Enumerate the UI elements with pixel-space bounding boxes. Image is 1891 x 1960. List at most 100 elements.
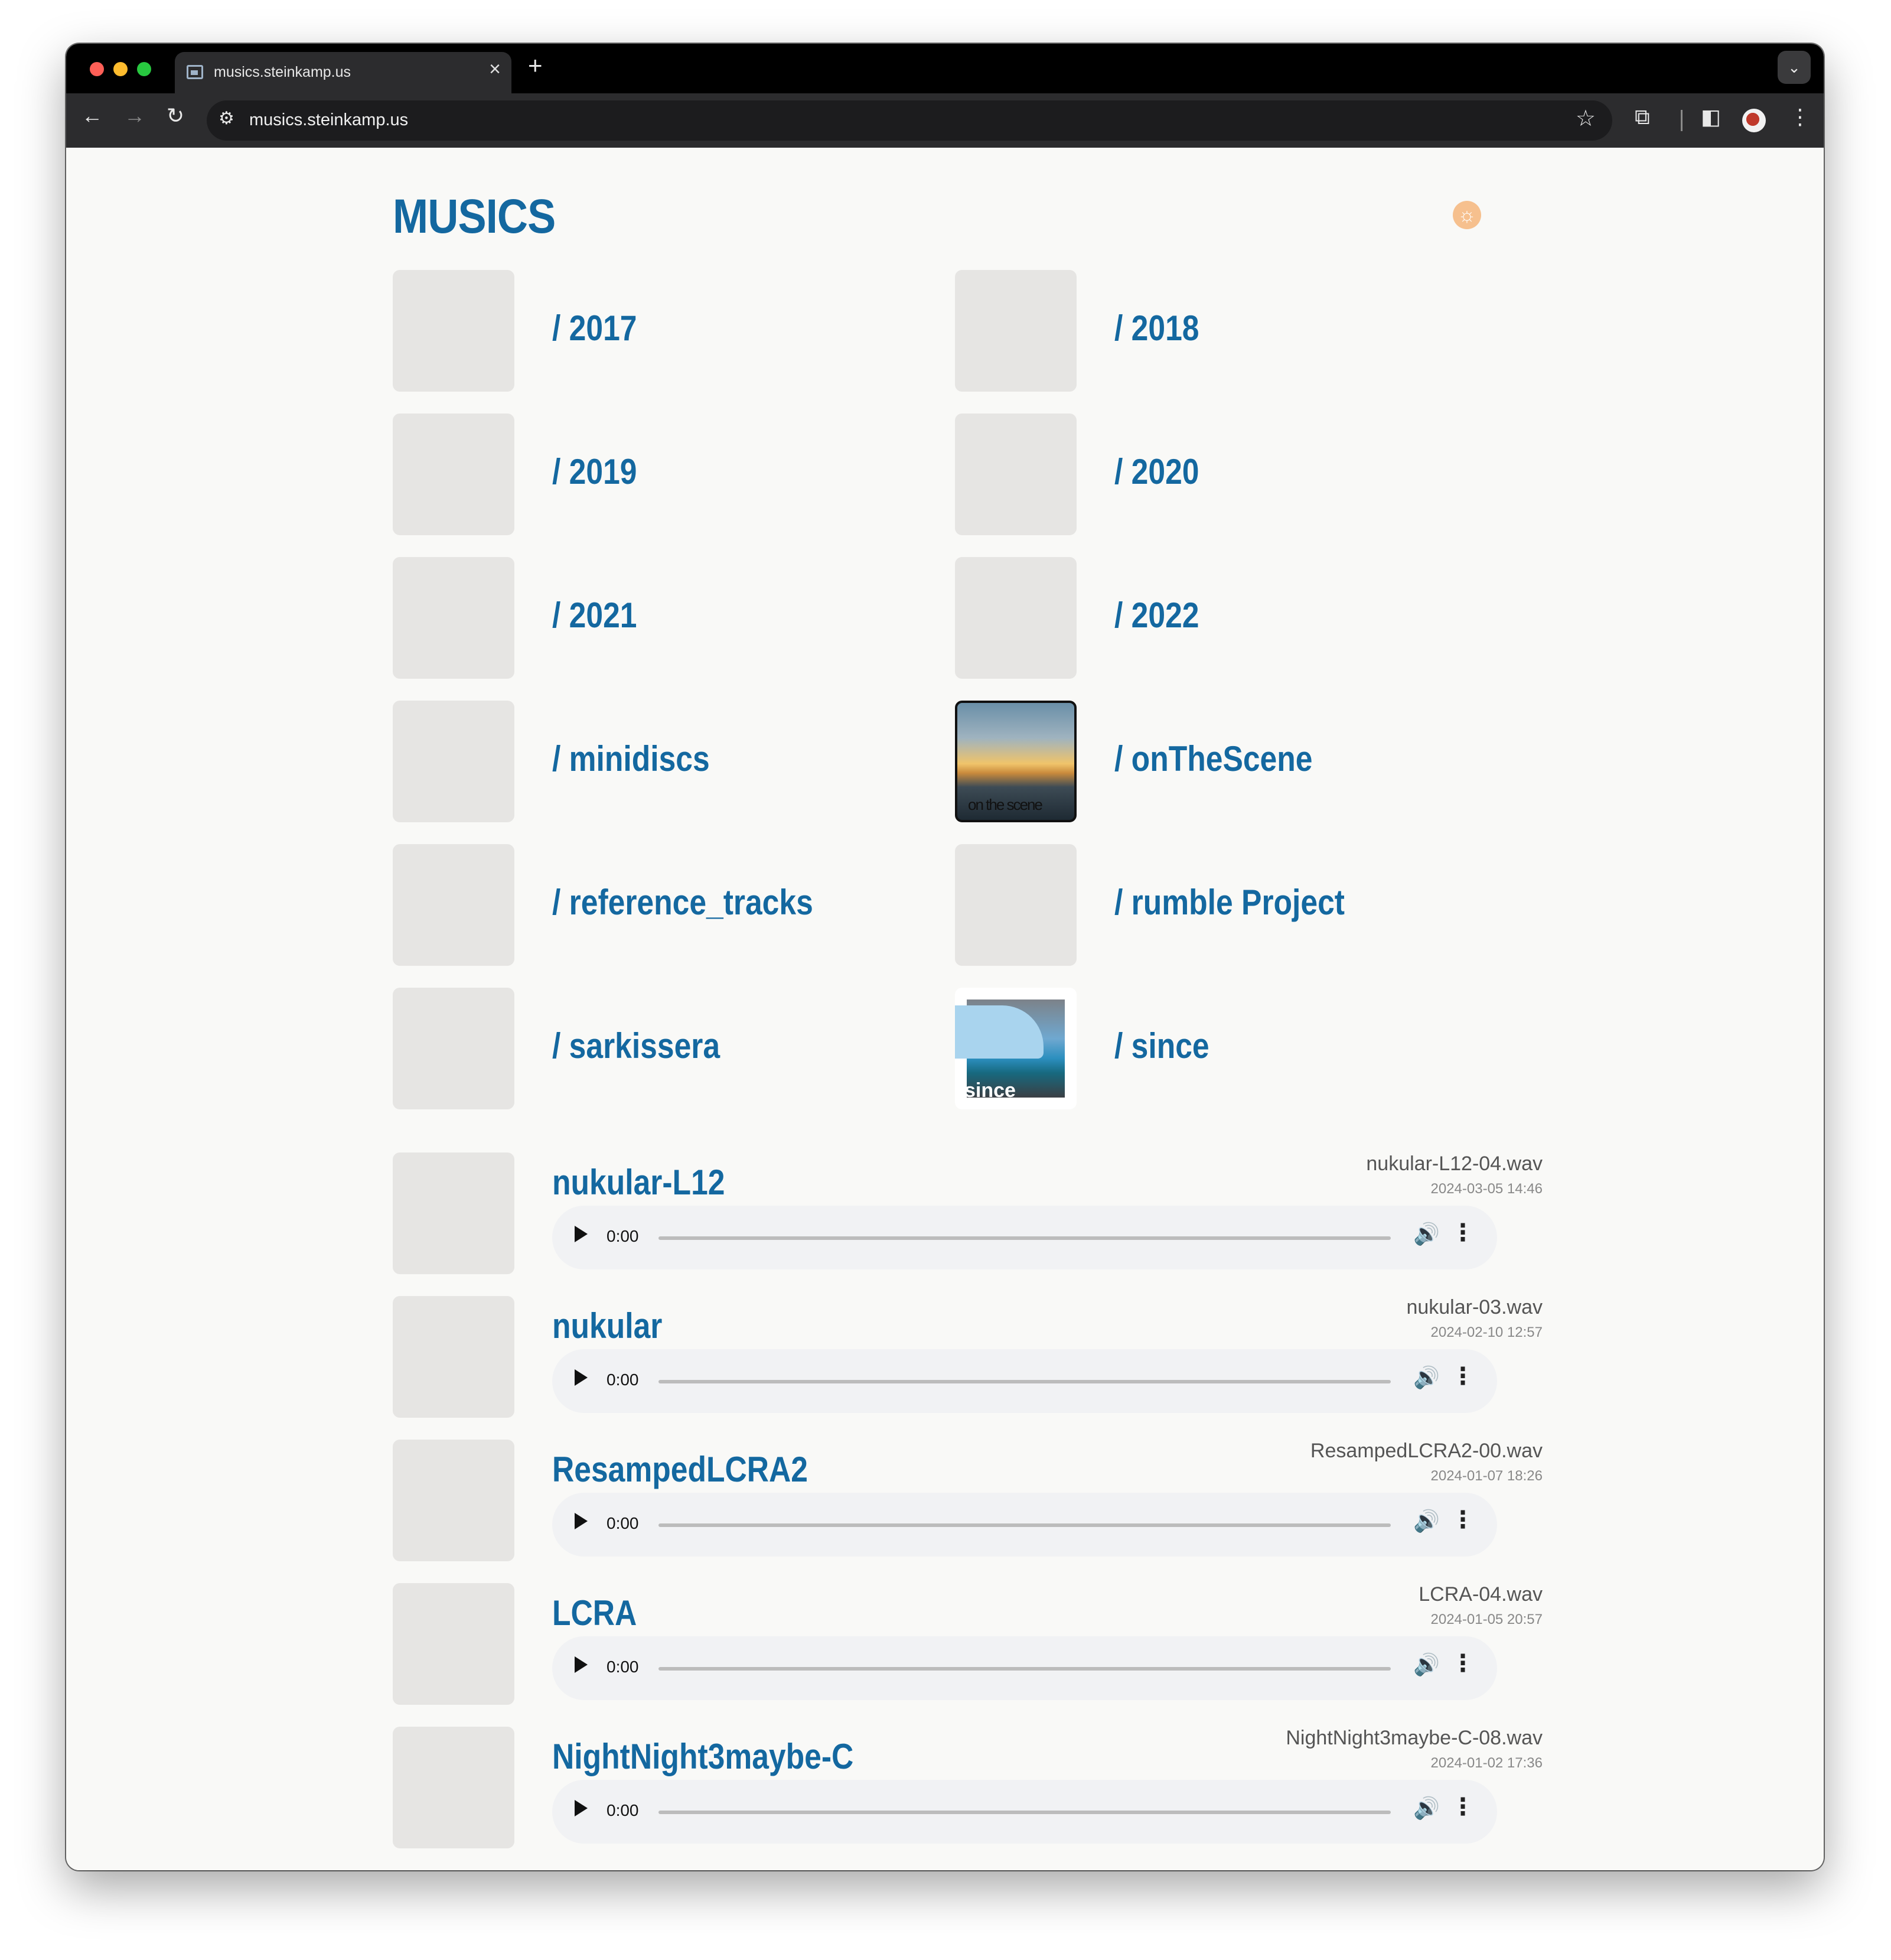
track-item: LCRA LCRA-04.wav 2024-01-05 20:57 0:00 🔊… xyxy=(393,1583,1563,1705)
new-tab-button[interactable]: + xyxy=(528,53,543,78)
folder-link[interactable]: / rumble Project xyxy=(1114,882,1345,923)
page-title[interactable]: MUSICS xyxy=(393,189,556,245)
folder-thumbnail[interactable] xyxy=(393,701,514,822)
volume-icon[interactable]: 🔊 xyxy=(1413,1223,1440,1245)
back-arrow-icon[interactable]: ← xyxy=(81,105,103,126)
folder-link[interactable]: / 2019 xyxy=(552,451,637,492)
tab-title: musics.steinkamp.us xyxy=(214,64,351,80)
more-options-icon[interactable]: ⋮ xyxy=(1451,1652,1475,1675)
folder-thumbnail[interactable] xyxy=(955,557,1077,679)
play-icon[interactable] xyxy=(575,1800,588,1816)
close-window-button[interactable] xyxy=(90,62,104,76)
folder-item-2020[interactable]: / 2020 xyxy=(955,414,1486,535)
track-title[interactable]: ResampedLCRA2 xyxy=(552,1449,808,1490)
more-options-icon[interactable]: ⋮ xyxy=(1451,1221,1475,1245)
play-icon[interactable] xyxy=(575,1226,588,1242)
volume-icon[interactable]: 🔊 xyxy=(1413,1367,1440,1388)
folder-item-rumble-project[interactable]: / rumble Project xyxy=(955,844,1486,966)
folder-link[interactable]: / minidiscs xyxy=(552,738,710,779)
folder-link[interactable]: / 2022 xyxy=(1114,595,1199,636)
play-icon[interactable] xyxy=(575,1369,588,1386)
folder-thumbnail[interactable] xyxy=(393,557,514,679)
volume-icon[interactable]: 🔊 xyxy=(1413,1798,1440,1819)
theme-toggle-icon[interactable]: ☼ xyxy=(1453,201,1481,229)
reload-icon[interactable]: ↻ xyxy=(167,105,184,126)
volume-icon[interactable]: 🔊 xyxy=(1413,1654,1440,1675)
audio-player[interactable]: 0:00 🔊 ⋮ xyxy=(552,1780,1497,1844)
folder-item-minidiscs[interactable]: / minidiscs xyxy=(393,701,924,822)
folder-thumbnail[interactable] xyxy=(955,844,1077,966)
folder-link[interactable]: / 2018 xyxy=(1114,308,1199,349)
tab-close-icon[interactable]: × xyxy=(489,59,501,79)
site-info-icon[interactable]: ⚙ xyxy=(219,110,234,128)
maximize-window-button[interactable] xyxy=(137,62,151,76)
track-title[interactable]: nukular xyxy=(552,1305,662,1346)
folder-thumbnail[interactable] xyxy=(955,414,1077,535)
current-time: 0:00 xyxy=(607,1658,639,1676)
folder-link[interactable]: / 2021 xyxy=(552,595,637,636)
forward-arrow-icon[interactable]: → xyxy=(124,105,145,126)
seek-bar[interactable] xyxy=(658,1667,1391,1671)
browser-tab[interactable]: musics.steinkamp.us × xyxy=(175,52,511,93)
seek-bar[interactable] xyxy=(658,1236,1391,1240)
audio-player[interactable]: 0:00 🔊 ⋮ xyxy=(552,1493,1497,1557)
volume-icon[interactable]: 🔊 xyxy=(1413,1510,1440,1532)
folder-item-since[interactable]: since / since xyxy=(955,988,1486,1109)
folder-thumbnail[interactable] xyxy=(393,844,514,966)
folder-link[interactable]: / 2017 xyxy=(552,308,637,349)
folder-item-2018[interactable]: / 2018 xyxy=(955,270,1486,392)
folder-link[interactable]: / onTheScene xyxy=(1114,738,1312,779)
address-bar[interactable]: ⚙ musics.steinkamp.us ☆ xyxy=(207,100,1612,141)
track-filename[interactable]: LCRA-04.wav xyxy=(1419,1583,1543,1606)
seek-bar[interactable] xyxy=(658,1523,1391,1527)
play-icon[interactable] xyxy=(575,1656,588,1673)
folder-thumbnail[interactable] xyxy=(955,270,1077,392)
folder-thumbnail[interactable] xyxy=(393,988,514,1109)
url-text[interactable]: musics.steinkamp.us xyxy=(249,110,408,130)
audio-player[interactable]: 0:00 🔊 ⋮ xyxy=(552,1349,1497,1413)
track-filename[interactable]: NightNight3maybe-C-08.wav xyxy=(1286,1727,1543,1750)
folder-thumbnail[interactable] xyxy=(393,414,514,535)
folder-link[interactable]: / sarkissera xyxy=(552,1025,720,1066)
folder-item-onthescene[interactable]: on the scene / onTheScene xyxy=(955,701,1486,822)
folder-link[interactable]: / reference_tracks xyxy=(552,882,813,923)
side-panel-icon[interactable]: ◧ xyxy=(1701,106,1721,128)
more-options-icon[interactable]: ⋮ xyxy=(1451,1795,1475,1819)
more-options-icon[interactable]: ⋮ xyxy=(1451,1508,1475,1532)
seek-bar[interactable] xyxy=(658,1380,1391,1383)
bookmark-star-icon[interactable]: ☆ xyxy=(1576,108,1596,130)
track-title[interactable]: LCRA xyxy=(552,1593,637,1633)
browser-menu-icon[interactable]: ⋮ xyxy=(1789,106,1811,128)
folder-item-2021[interactable]: / 2021 xyxy=(393,557,924,679)
extensions-icon[interactable]: ⧉ xyxy=(1635,106,1650,128)
track-filename[interactable]: nukular-03.wav xyxy=(1406,1296,1543,1319)
track-item: NightNight3maybe-C NightNight3maybe-C-08… xyxy=(393,1727,1563,1848)
toolbar-divider xyxy=(1681,110,1683,131)
seek-bar[interactable] xyxy=(658,1811,1391,1814)
track-item: ResampedLCRA2 ResampedLCRA2-00.wav 2024-… xyxy=(393,1440,1563,1561)
folder-link[interactable]: / since xyxy=(1114,1025,1209,1066)
folder-thumbnail[interactable] xyxy=(393,270,514,392)
track-filename[interactable]: nukular-L12-04.wav xyxy=(1366,1152,1543,1176)
audio-player[interactable]: 0:00 🔊 ⋮ xyxy=(552,1636,1497,1700)
minimize-window-button[interactable] xyxy=(113,62,128,76)
folder-item-2022[interactable]: / 2022 xyxy=(955,557,1486,679)
folder-item-reference-tracks[interactable]: / reference_tracks xyxy=(393,844,924,966)
track-date: 2024-02-10 12:57 xyxy=(1430,1324,1543,1340)
track-title[interactable]: nukular-L12 xyxy=(552,1162,725,1203)
track-thumbnail xyxy=(393,1583,514,1705)
more-options-icon[interactable]: ⋮ xyxy=(1451,1365,1475,1388)
track-thumbnail xyxy=(393,1296,514,1418)
tab-search-button[interactable]: ⌄ xyxy=(1778,51,1811,84)
profile-avatar[interactable] xyxy=(1742,109,1766,132)
folder-item-2017[interactable]: / 2017 xyxy=(393,270,924,392)
track-filename[interactable]: ResampedLCRA2-00.wav xyxy=(1310,1440,1543,1463)
folder-link[interactable]: / 2020 xyxy=(1114,451,1199,492)
folder-item-sarkissera[interactable]: / sarkissera xyxy=(393,988,924,1109)
folder-item-2019[interactable]: / 2019 xyxy=(393,414,924,535)
play-icon[interactable] xyxy=(575,1513,588,1529)
album-art-since[interactable]: since xyxy=(955,988,1077,1109)
audio-player[interactable]: 0:00 🔊 ⋮ xyxy=(552,1206,1497,1269)
track-title[interactable]: NightNight3maybe-C xyxy=(552,1736,853,1777)
album-art-onthescene[interactable]: on the scene xyxy=(955,701,1077,822)
